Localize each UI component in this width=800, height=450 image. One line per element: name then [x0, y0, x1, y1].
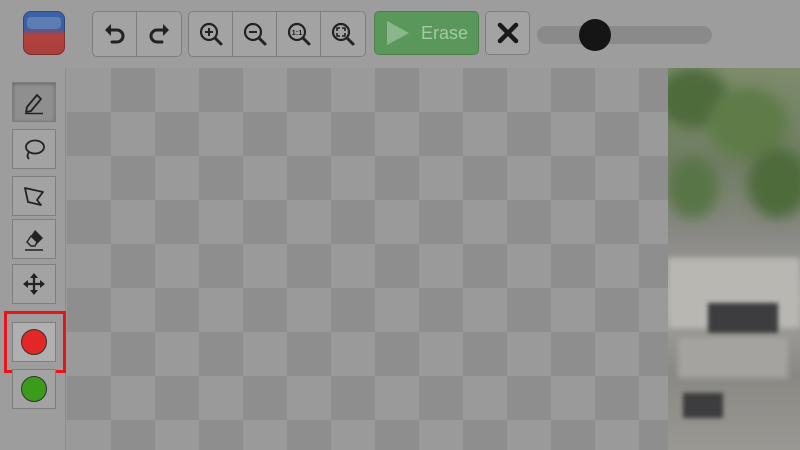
- zoom-fit-button[interactable]: [321, 12, 365, 56]
- lasso-tool-button[interactable]: [12, 129, 56, 169]
- app-logo: [23, 11, 65, 55]
- image-preview[interactable]: [668, 68, 800, 450]
- erase-button[interactable]: Erase: [374, 11, 479, 55]
- red-marker-icon: [21, 329, 47, 355]
- pencil-tool-button[interactable]: [12, 82, 56, 122]
- move-tool-button[interactable]: [12, 264, 56, 304]
- close-icon: [497, 22, 518, 44]
- zoom-fit-icon: [331, 22, 355, 46]
- redo-icon: [149, 24, 169, 44]
- brush-size-slider-thumb[interactable]: [578, 19, 611, 51]
- undo-button[interactable]: [93, 12, 137, 56]
- history-button-group: [92, 11, 182, 57]
- zoom-in-icon: [199, 22, 222, 46]
- zoom-in-button[interactable]: [189, 12, 233, 56]
- green-marker-button[interactable]: [12, 369, 56, 409]
- eraser-icon: [25, 230, 43, 251]
- zoom-button-group: 1:1: [188, 11, 366, 57]
- redo-button[interactable]: [137, 12, 181, 56]
- zoom-actual-size-icon: 1:1: [287, 22, 310, 46]
- polygon-lasso-icon: [24, 187, 44, 206]
- zoom-actual-size-label: 1:1: [291, 28, 302, 37]
- red-marker-button[interactable]: [12, 322, 56, 362]
- eraser-tool-button[interactable]: [12, 219, 56, 259]
- undo-icon: [104, 24, 124, 44]
- brush-size-slider[interactable]: [537, 19, 712, 51]
- lasso-icon: [25, 139, 45, 160]
- erase-button-label: Erase: [421, 22, 469, 43]
- transparent-canvas[interactable]: [67, 68, 668, 450]
- play-icon: [387, 21, 409, 45]
- green-marker-icon: [21, 376, 47, 402]
- clear-button[interactable]: [485, 11, 530, 55]
- zoom-out-icon: [243, 22, 266, 46]
- zoom-actual-size-button[interactable]: 1:1: [277, 12, 321, 56]
- zoom-out-button[interactable]: [233, 12, 277, 56]
- move-icon: [23, 273, 45, 295]
- pencil-icon: [25, 94, 43, 115]
- polygon-lasso-tool-button[interactable]: [12, 176, 56, 216]
- top-toolbar: 1:1 Erase: [0, 0, 800, 68]
- tool-panel: [0, 68, 66, 450]
